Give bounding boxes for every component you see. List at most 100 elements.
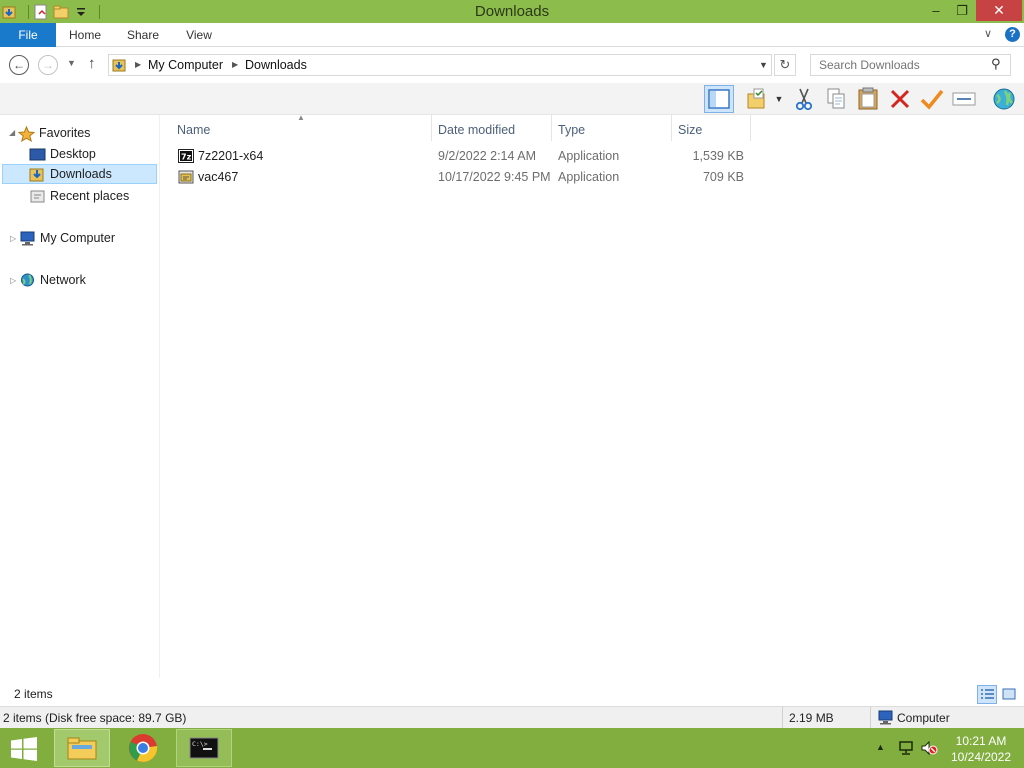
clock-date: 10/24/2022 [950, 750, 1012, 764]
file-type: Application [558, 170, 620, 184]
location-label: Computer [897, 711, 950, 725]
downloads-folder-icon [112, 57, 128, 73]
address-history-dropdown-icon[interactable]: ▼ [759, 60, 768, 70]
file-type: Application [558, 149, 620, 163]
copy-button[interactable] [822, 85, 850, 113]
sort-ascending-icon: ▲ [297, 113, 305, 122]
large-icons-view-button[interactable] [999, 685, 1019, 704]
file-size: 709 KB [702, 170, 744, 184]
network-globe-button[interactable] [990, 85, 1018, 113]
taskbar-command-prompt[interactable]: C:\> [176, 729, 232, 767]
taskbar-google-chrome[interactable] [115, 729, 171, 767]
window-title: Downloads [474, 3, 550, 20]
close-button[interactable]: ✕ [976, 0, 1022, 21]
search-icon[interactable]: ⚲ [991, 56, 1001, 72]
navigation-pane: ◢ Favorites Desktop Downloads Recent pla… [0, 115, 160, 678]
address-bar[interactable]: ▶ My Computer ▶ Downloads ▼ [108, 54, 772, 76]
item-count: 2 items [14, 687, 53, 701]
tab-view[interactable]: View [174, 23, 224, 47]
globe-icon [993, 88, 1015, 110]
breadcrumb-my-computer[interactable]: My Computer [148, 58, 223, 72]
taskbar-file-explorer[interactable] [54, 729, 110, 767]
expand-ribbon-chevron-icon[interactable]: ∨ [984, 27, 992, 40]
tab-home[interactable]: Home [58, 23, 112, 47]
back-button[interactable]: ← [9, 55, 29, 75]
column-header-name[interactable]: Name [177, 119, 210, 141]
command-toolbar: ▼ [0, 83, 1024, 115]
show-hidden-icons-chevron-icon[interactable]: ▲ [876, 742, 885, 752]
recent-locations-dropdown-icon[interactable]: ▼ [67, 58, 76, 68]
svg-text:7z: 7z [181, 153, 192, 162]
open-folder-button[interactable] [744, 85, 772, 113]
preview-pane-icon [708, 89, 730, 109]
nav-my-computer-label: My Computer [40, 231, 116, 245]
file-size: 1,539 KB [692, 149, 744, 163]
select-button[interactable] [918, 85, 946, 113]
column-header-size[interactable]: Size [678, 119, 702, 141]
nav-desktop[interactable]: Desktop [29, 144, 96, 164]
help-button[interactable]: ? [1005, 27, 1020, 42]
rename-button[interactable] [950, 85, 978, 113]
details-bar: 2 items (Disk free space: 89.7 GB) 2.19 … [0, 706, 1024, 728]
chrome-icon [129, 734, 158, 762]
preview-pane-button[interactable] [704, 85, 734, 113]
table-row[interactable]: vac467 10/17/2022 9:45 PM Application 70… [172, 167, 752, 187]
copy-icon [827, 88, 845, 109]
breadcrumb-chevron-icon[interactable]: ▶ [232, 60, 238, 69]
start-button[interactable] [11, 737, 37, 761]
tab-file[interactable]: File [0, 23, 56, 47]
column-divider[interactable] [750, 115, 751, 141]
maximize-button[interactable]: ❐ [948, 0, 976, 21]
network-expand-icon[interactable]: ▷ [10, 276, 16, 285]
breadcrumb-downloads[interactable]: Downloads [245, 58, 307, 72]
nav-my-computer[interactable]: My Computer [19, 228, 115, 248]
delete-icon [890, 89, 910, 109]
svg-text:C:\>: C:\> [192, 740, 208, 748]
refresh-button[interactable]: ↻ [774, 54, 796, 76]
breadcrumb-chevron-icon[interactable]: ▶ [135, 60, 141, 69]
nav-recent-places[interactable]: Recent places [29, 186, 129, 206]
minimize-button[interactable]: – [922, 0, 950, 21]
table-row[interactable]: 7z 7z2201-x64 9/2/2022 2:14 AM Applicati… [172, 146, 752, 166]
column-divider[interactable] [671, 115, 672, 141]
forward-button[interactable]: → [38, 55, 58, 75]
rename-icon [952, 92, 976, 106]
search-box[interactable]: ⚲ [810, 54, 1011, 76]
details-view-icon [981, 689, 994, 699]
column-header-type[interactable]: Type [558, 119, 585, 141]
nav-favorites[interactable]: Favorites [17, 123, 90, 143]
file-date-modified: 10/17/2022 9:45 PM [438, 170, 551, 184]
disk-free-space-text: 2 items (Disk free space: 89.7 GB) [3, 711, 187, 725]
desktop-icon [29, 147, 46, 162]
recent-places-icon [29, 189, 46, 204]
search-input[interactable] [811, 55, 989, 75]
open-folder-dropdown-icon[interactable]: ▼ [772, 85, 786, 113]
up-one-level-button[interactable]: ↑ [88, 55, 96, 72]
cut-icon [795, 88, 813, 111]
tab-share[interactable]: Share [116, 23, 170, 47]
nav-downloads[interactable]: Downloads [2, 164, 157, 184]
delete-button[interactable] [886, 85, 914, 113]
details-view-button[interactable] [977, 685, 997, 704]
nav-desktop-label: Desktop [50, 147, 96, 161]
ribbon-tabs: File Home Share View ∨ ? [0, 23, 1024, 47]
network-status-icon[interactable] [897, 740, 915, 759]
network-icon [19, 273, 36, 288]
favorites-collapse-icon[interactable]: ◢ [9, 128, 15, 137]
paste-button[interactable] [854, 85, 882, 113]
computer-icon [877, 710, 894, 728]
cut-button[interactable] [790, 85, 818, 113]
column-divider[interactable] [431, 115, 432, 141]
star-icon [17, 125, 36, 142]
volume-muted-icon[interactable] [920, 740, 938, 759]
column-divider[interactable] [551, 115, 552, 141]
system-clock[interactable]: 10:21 AM 10/24/2022 [946, 733, 1016, 765]
nav-downloads-label: Downloads [50, 167, 112, 181]
file-date-modified: 9/2/2022 2:14 AM [438, 149, 536, 163]
column-header-date-modified[interactable]: Date modified [438, 119, 515, 141]
status-bar: 2 items [0, 682, 1024, 706]
nav-network[interactable]: Network [19, 270, 86, 290]
7zip-installer-icon: 7z [178, 148, 194, 164]
downloads-folder-icon [29, 167, 46, 182]
my-computer-expand-icon[interactable]: ▷ [10, 234, 16, 243]
